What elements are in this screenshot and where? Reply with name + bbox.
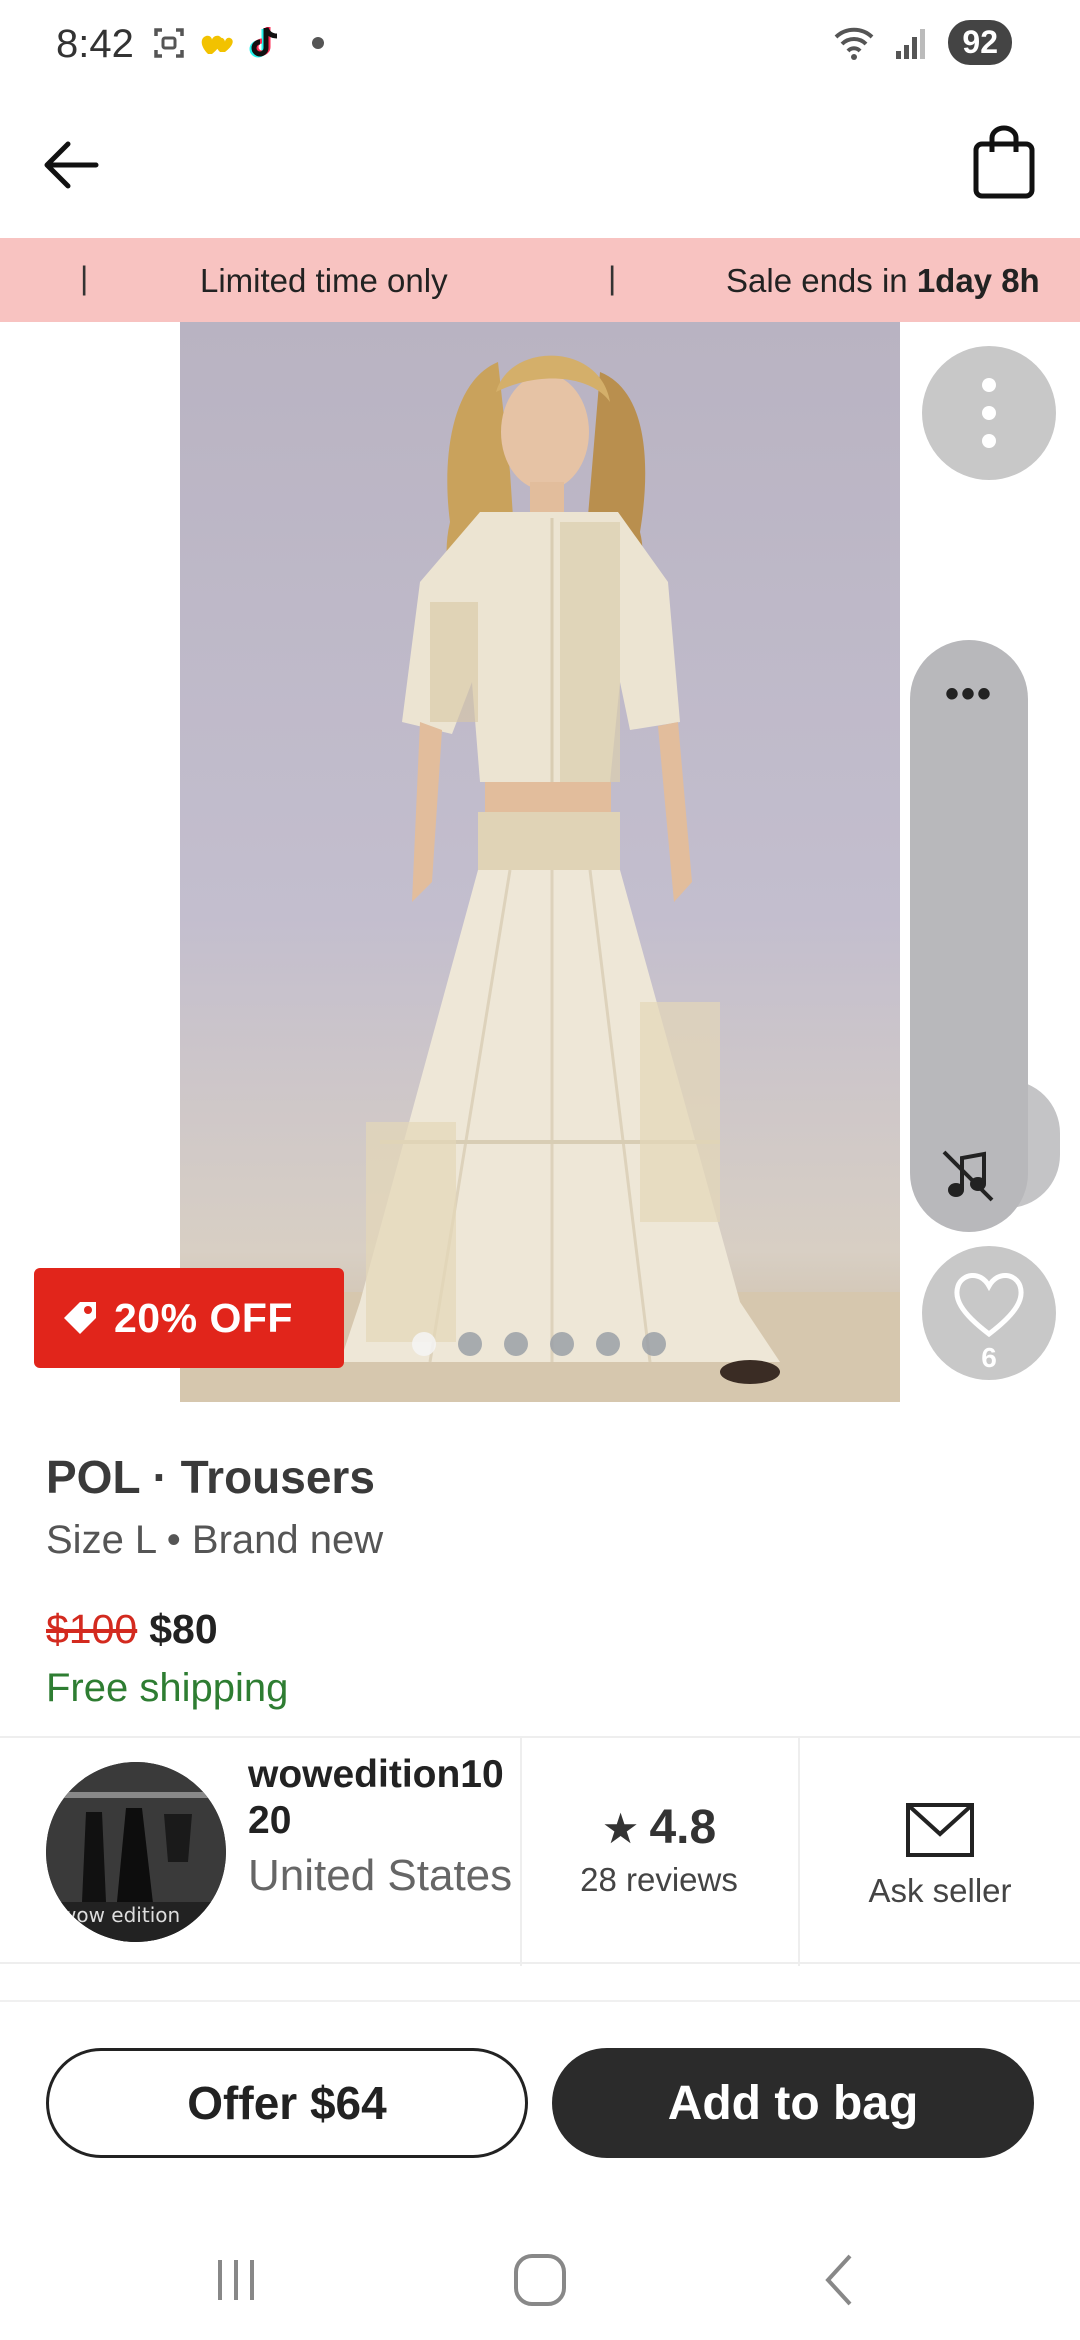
music-mute-icon[interactable] xyxy=(936,1144,1000,1208)
vertical-dot xyxy=(982,378,996,392)
shopping-bag-icon[interactable] xyxy=(964,122,1044,202)
original-price: $100 xyxy=(46,1606,138,1652)
bottom-divider xyxy=(0,2000,1080,2002)
promo-banner: | Limited time only | Sale ends in 1day … xyxy=(0,238,1080,322)
promo-limited-text: Limited time only xyxy=(200,262,448,299)
back-nav-icon[interactable] xyxy=(800,2240,880,2320)
seller-name[interactable]: wowedition1020 xyxy=(248,1752,518,1844)
model-figure-illustration xyxy=(340,355,780,1384)
carousel-dot[interactable] xyxy=(596,1332,620,1356)
add-to-bag-button[interactable]: Add to bag xyxy=(552,2048,1034,2158)
seller-location: United States xyxy=(248,1851,513,1900)
arrow-left-icon[interactable] xyxy=(36,130,106,200)
carousel-dot[interactable] xyxy=(550,1332,574,1356)
ask-seller-button[interactable]: Ask seller xyxy=(800,1802,1080,1910)
wifi-icon xyxy=(835,27,874,60)
price-tag-icon xyxy=(64,1302,96,1334)
side-panel-menu[interactable]: ••• xyxy=(910,674,1028,714)
review-count: 28 reviews xyxy=(580,1861,738,1898)
promo-sale-text: Sale ends in 1day 8h xyxy=(726,262,1040,300)
sale-price: $80 xyxy=(149,1606,218,1652)
system-navigation-bar xyxy=(0,2220,1080,2340)
like-count: 6 xyxy=(981,1342,997,1373)
hearts-icon xyxy=(201,35,233,54)
seller-bar: wow edition wowedition1020 United States… xyxy=(0,1736,1080,1966)
seller-avatar-image: wow edition xyxy=(46,1762,226,1942)
product-photo[interactable] xyxy=(180,322,900,1402)
product-title: POL · Trousers xyxy=(46,1451,375,1503)
vertical-dot xyxy=(982,434,996,448)
seller-divider xyxy=(520,1738,522,1966)
promo-sale-countdown: 1day 8h xyxy=(916,262,1040,299)
shipping-info: Free shipping xyxy=(46,1666,289,1710)
envelope-icon xyxy=(906,1803,974,1857)
status-time: 8:42 xyxy=(56,22,134,66)
status-system-icons: 92 xyxy=(832,20,1012,65)
star-icon: ★ xyxy=(601,1805,640,1852)
home-icon[interactable] xyxy=(500,2240,580,2320)
promo-separator: | xyxy=(80,260,89,296)
discount-text: 20% OFF xyxy=(114,1294,293,1341)
more-options-button[interactable] xyxy=(922,346,1056,480)
ask-seller-label: Ask seller xyxy=(868,1872,1012,1909)
tiktok-icon xyxy=(249,27,278,58)
image-carousel-dots[interactable] xyxy=(412,1332,666,1356)
rating-value: 4.8 xyxy=(649,1801,717,1854)
make-offer-button[interactable]: Offer $64 xyxy=(46,2048,528,2158)
carousel-dot[interactable] xyxy=(458,1332,482,1356)
price-row: $100 $80 xyxy=(46,1606,218,1653)
seller-avatar[interactable]: wow edition xyxy=(46,1762,226,1942)
carousel-dot[interactable] xyxy=(504,1332,528,1356)
rating-value-row: ★ 4.8 xyxy=(524,1800,794,1855)
status-notification-icons xyxy=(150,24,324,62)
carousel-dot[interactable] xyxy=(412,1332,436,1356)
app-header xyxy=(0,110,1080,230)
recent-apps-icon[interactable] xyxy=(196,2240,276,2320)
heart-icon xyxy=(954,1273,1024,1338)
like-button[interactable]: 6 xyxy=(922,1246,1056,1380)
promo-sale-prefix: Sale ends in xyxy=(726,262,908,299)
status-bar: 8:42 92 xyxy=(0,0,1080,90)
product-meta: Size L • Brand new xyxy=(46,1518,384,1562)
seller-rating[interactable]: ★ 4.8 28 reviews xyxy=(524,1800,794,1899)
discount-badge: 20% OFF xyxy=(34,1268,344,1368)
screenshot-icon xyxy=(154,28,184,58)
vertical-dot xyxy=(982,406,996,420)
carousel-dot[interactable] xyxy=(642,1332,666,1356)
avatar-logo-text: wow edition xyxy=(60,1903,180,1927)
battery-indicator: 92 xyxy=(948,20,1012,65)
notification-dot xyxy=(312,37,324,49)
signal-icon xyxy=(896,28,926,59)
promo-separator: | xyxy=(608,260,617,296)
